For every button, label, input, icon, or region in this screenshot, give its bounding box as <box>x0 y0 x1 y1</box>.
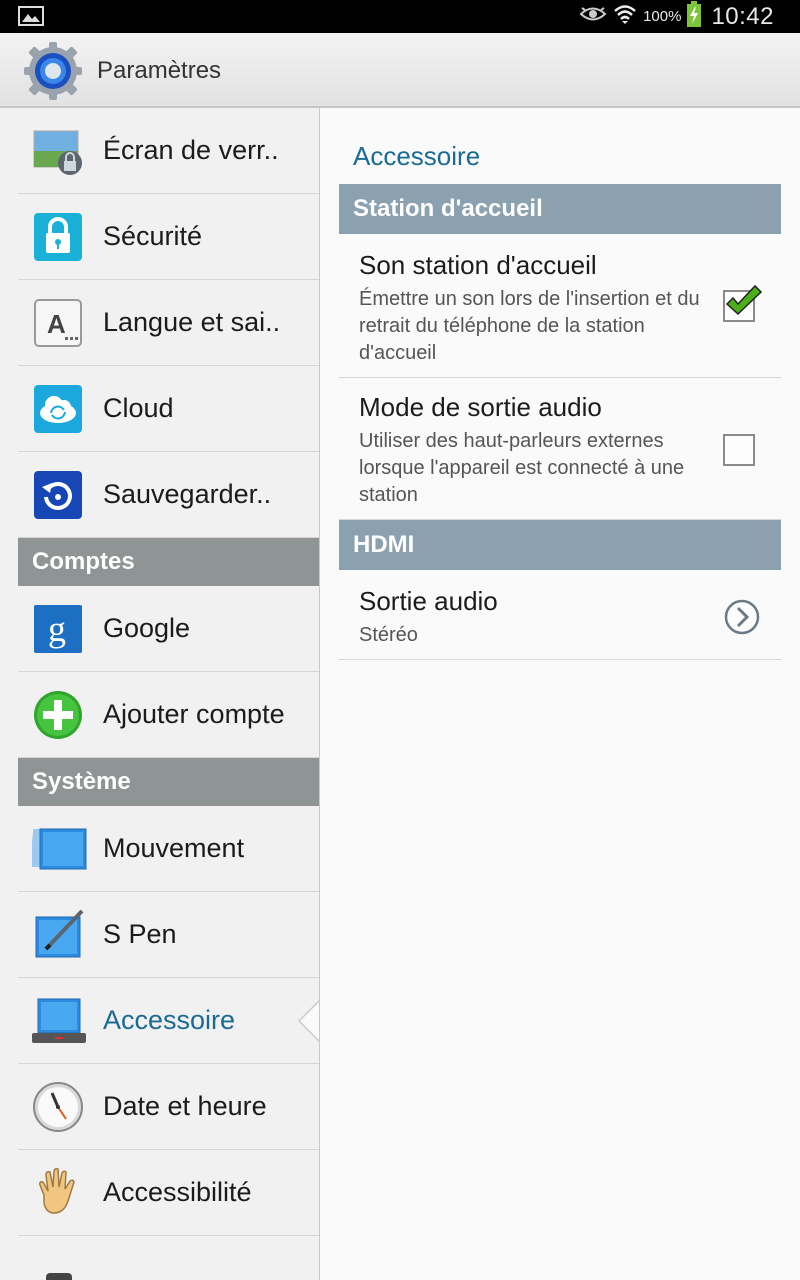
sidebar-item-label: Mouvement <box>103 833 245 863</box>
dock-sound-summary: Émettre un son lors de l'insertion et du… <box>359 288 700 364</box>
checkmark-icon <box>725 284 763 316</box>
section-header-accounts: Comptes <box>18 538 319 586</box>
settings-gear-icon[interactable] <box>22 40 84 102</box>
section-header-system: Système <box>18 758 319 806</box>
sidebar-item-date-time[interactable]: Date et heure <box>18 1064 319 1150</box>
sidebar-item-add-account[interactable]: Ajouter compte <box>18 672 319 758</box>
settings-category-list[interactable]: Écran de verr.. Sécurité A Langue et sai… <box>0 108 320 1280</box>
svg-text:g: g <box>48 609 66 649</box>
backup-icon <box>32 469 84 521</box>
sidebar-item-s-pen[interactable]: S Pen <box>18 892 319 978</box>
accessory-icon <box>32 995 86 1047</box>
action-bar: Paramètres <box>0 33 800 108</box>
selection-pointer <box>300 1000 319 1042</box>
sidebar-item-label: Écran de verr.. <box>103 135 279 165</box>
sidebar-item-label: Sécurité <box>103 221 203 251</box>
sidebar-item-backup[interactable]: Sauvegarder.. <box>18 452 319 538</box>
partial-icon <box>32 1253 84 1280</box>
dock-sound-checkbox[interactable] <box>723 284 763 322</box>
motion-icon <box>29 823 87 875</box>
audio-output-setting[interactable]: Sortie audio Stéréo <box>339 570 781 660</box>
app-title: Paramètres <box>97 57 222 84</box>
gallery-notification-icon <box>18 6 44 31</box>
page-title: Accessoire <box>353 141 481 171</box>
sidebar-item-lockscreen[interactable]: Écran de verr.. <box>18 108 319 194</box>
google-icon: g <box>32 603 84 655</box>
section-header-hdmi: HDMI <box>339 520 781 570</box>
lockscreen-icon <box>32 125 84 177</box>
dock-sound-title: Son station d'accueil <box>359 250 597 280</box>
cloud-icon <box>32 383 84 435</box>
wifi-icon <box>613 3 637 30</box>
sidebar-item-accessibility[interactable]: Accessibilité <box>18 1150 319 1236</box>
audio-output-mode-summary: Utiliser des haut-parleurs externes lors… <box>359 430 685 506</box>
svg-text:A: A <box>47 309 66 339</box>
dock-sound-setting[interactable]: Son station d'accueil Émettre un son lor… <box>339 234 781 378</box>
sidebar-item-partial[interactable] <box>18 1236 319 1280</box>
sidebar-item-google[interactable]: g Google <box>18 586 319 672</box>
battery-charging-icon <box>687 1 702 32</box>
battery-percent: 100% <box>643 8 682 25</box>
sidebar-item-label: Sauvegarder.. <box>103 479 272 509</box>
language-keyboard-icon: A <box>32 297 84 349</box>
audio-output-title: Sortie audio <box>359 586 498 616</box>
sidebar-item-language[interactable]: A Langue et sai.. <box>18 280 319 366</box>
clock-icon <box>32 1081 84 1133</box>
s-pen-icon <box>32 909 84 961</box>
status-bar: 100% 10:42 <box>0 0 800 33</box>
clock-time: 10:42 <box>711 2 774 30</box>
sidebar-item-cloud[interactable]: Cloud <box>18 366 319 452</box>
audio-output-mode-title: Mode de sortie audio <box>359 392 602 422</box>
chevron-right-icon[interactable] <box>723 598 761 636</box>
sidebar-item-label: S Pen <box>103 919 177 949</box>
eye-icon <box>579 5 607 28</box>
add-account-icon <box>32 689 84 741</box>
sidebar-item-label: Google <box>103 613 191 643</box>
sidebar-item-accessory[interactable]: Accessoire <box>18 978 319 1064</box>
audio-output-mode-setting[interactable]: Mode de sortie audio Utiliser des haut-p… <box>339 378 781 520</box>
security-lock-icon <box>32 211 84 263</box>
accessory-settings-panel: Accessoire Station d'accueil Son station… <box>320 108 800 1280</box>
sidebar-item-label: Date et heure <box>103 1091 267 1121</box>
section-header-dock: Station d'accueil <box>339 184 781 234</box>
accessibility-hand-icon <box>32 1167 84 1219</box>
audio-output-summary: Stéréo <box>359 624 418 646</box>
audio-output-mode-checkbox[interactable] <box>723 434 755 466</box>
sidebar-item-label: Accessoire <box>103 1005 236 1035</box>
sidebar-item-label: Ajouter compte <box>103 699 285 729</box>
sidebar-item-security[interactable]: Sécurité <box>18 194 319 280</box>
sidebar-item-label: Cloud <box>103 393 174 423</box>
sidebar-item-label: Langue et sai.. <box>103 307 281 337</box>
sidebar-item-label: Accessibilité <box>103 1177 252 1207</box>
sidebar-item-motion[interactable]: Mouvement <box>18 806 319 892</box>
